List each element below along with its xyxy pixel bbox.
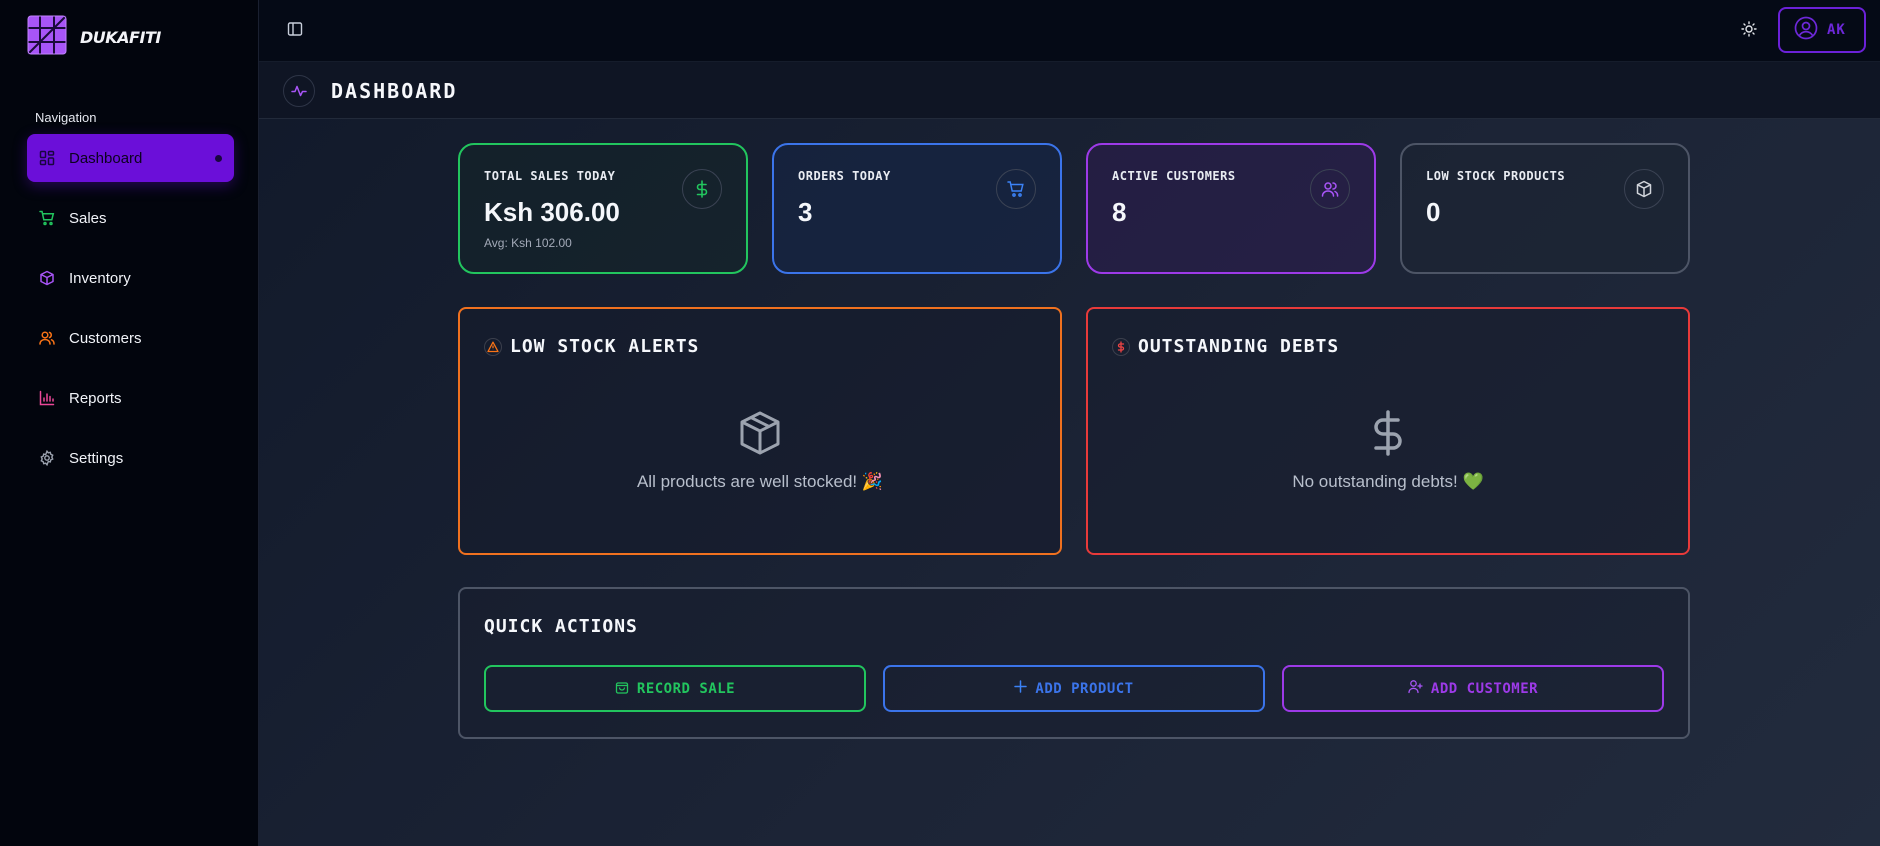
shopping-bag-icon [615,680,629,698]
empty-state-message: No outstanding debts! 💚 [1292,472,1484,491]
sun-icon [1741,20,1757,42]
bar-chart-icon [39,390,55,406]
cart-icon [996,169,1036,209]
user-circle-icon [1794,16,1818,44]
logo-icon [26,14,68,61]
sidebar: DUKAFITI Navigation Dashboard Sales Inve… [0,0,259,846]
sidebar-nav: Dashboard Sales Inventory Customers Repo… [27,134,234,494]
empty-state-message: All products are well stocked! 🎉 [636,472,884,491]
panel-title: OUTSTANDING DEBTS [1138,336,1340,357]
quick-actions-panel: QUICK ACTIONS RECORD SALE ADD PRODUCT AD… [458,587,1690,739]
users-icon [39,330,55,346]
panel-title: LOW STOCK ALERTS [510,336,700,357]
cart-icon [39,210,55,226]
box-icon [1624,169,1664,209]
top-bar: AK [259,0,1880,62]
box-icon [39,270,55,286]
sidebar-item-customers[interactable]: Customers [27,314,234,362]
plus-icon [1014,680,1028,697]
user-menu-button[interactable]: AK [1778,7,1866,53]
sidebar-item-inventory[interactable]: Inventory [27,254,234,302]
sidebar-item-label: Reports [69,389,122,407]
sidebar-item-label: Sales [69,209,107,227]
page-header: DASHBOARD [259,62,1880,119]
page-title: DASHBOARD [331,79,458,103]
main-content: TOTAL SALES TODAY Ksh 306.00 Avg: Ksh 10… [259,119,1880,846]
brand-name: DUKAFITI [80,28,161,47]
alert-triangle-icon [484,337,502,356]
active-dot [215,154,222,162]
dollar-icon [1364,410,1412,461]
sidebar-item-sales[interactable]: Sales [27,194,234,242]
stat-card-orders-today: ORDERS TODAY 3 [772,143,1062,274]
user-plus-icon [1408,679,1423,698]
sidebar-item-settings[interactable]: Settings [27,434,234,482]
record-sale-button[interactable]: RECORD SALE [484,665,866,712]
add-product-button[interactable]: ADD PRODUCT [883,665,1265,712]
stat-card-total-sales: TOTAL SALES TODAY Ksh 306.00 Avg: Ksh 10… [458,143,748,274]
sidebar-toggle-button[interactable] [283,19,307,43]
outstanding-debts-panel: OUTSTANDING DEBTS No outstanding debts! … [1086,307,1690,555]
low-stock-alerts-panel: LOW STOCK ALERTS All products are well s… [458,307,1062,555]
users-icon [1310,169,1350,209]
button-label: ADD PRODUCT [1035,680,1134,697]
add-customer-button[interactable]: ADD CUSTOMER [1282,665,1664,712]
sidebar-item-label: Inventory [69,269,131,287]
user-initials: AK [1827,22,1846,38]
dollar-icon [682,169,722,209]
package-icon [736,411,784,461]
stat-card-low-stock: LOW STOCK PRODUCTS 0 [1400,143,1690,274]
sidebar-item-label: Dashboard [69,149,143,167]
sidebar-item-dashboard[interactable]: Dashboard [27,134,234,182]
grid-icon [39,150,55,166]
sidebar-item-label: Settings [69,449,124,467]
sidebar-item-label: Customers [69,329,142,347]
button-label: RECORD SALE [636,680,736,697]
panel-title: QUICK ACTIONS [484,616,638,637]
activity-icon [283,75,315,107]
theme-toggle-button[interactable] [1737,19,1761,43]
brand[interactable]: DUKAFITI [26,14,161,61]
stat-card-active-customers: ACTIVE CUSTOMERS 8 [1086,143,1376,274]
sidebar-item-reports[interactable]: Reports [27,374,234,422]
gear-icon [39,450,55,466]
dollar-circle-icon [1112,337,1130,356]
nav-section-title: Navigation [35,110,97,125]
stat-subtext: Avg: Ksh 102.00 [484,236,572,250]
button-label: ADD CUSTOMER [1430,680,1539,697]
panel-left-icon [287,21,303,42]
